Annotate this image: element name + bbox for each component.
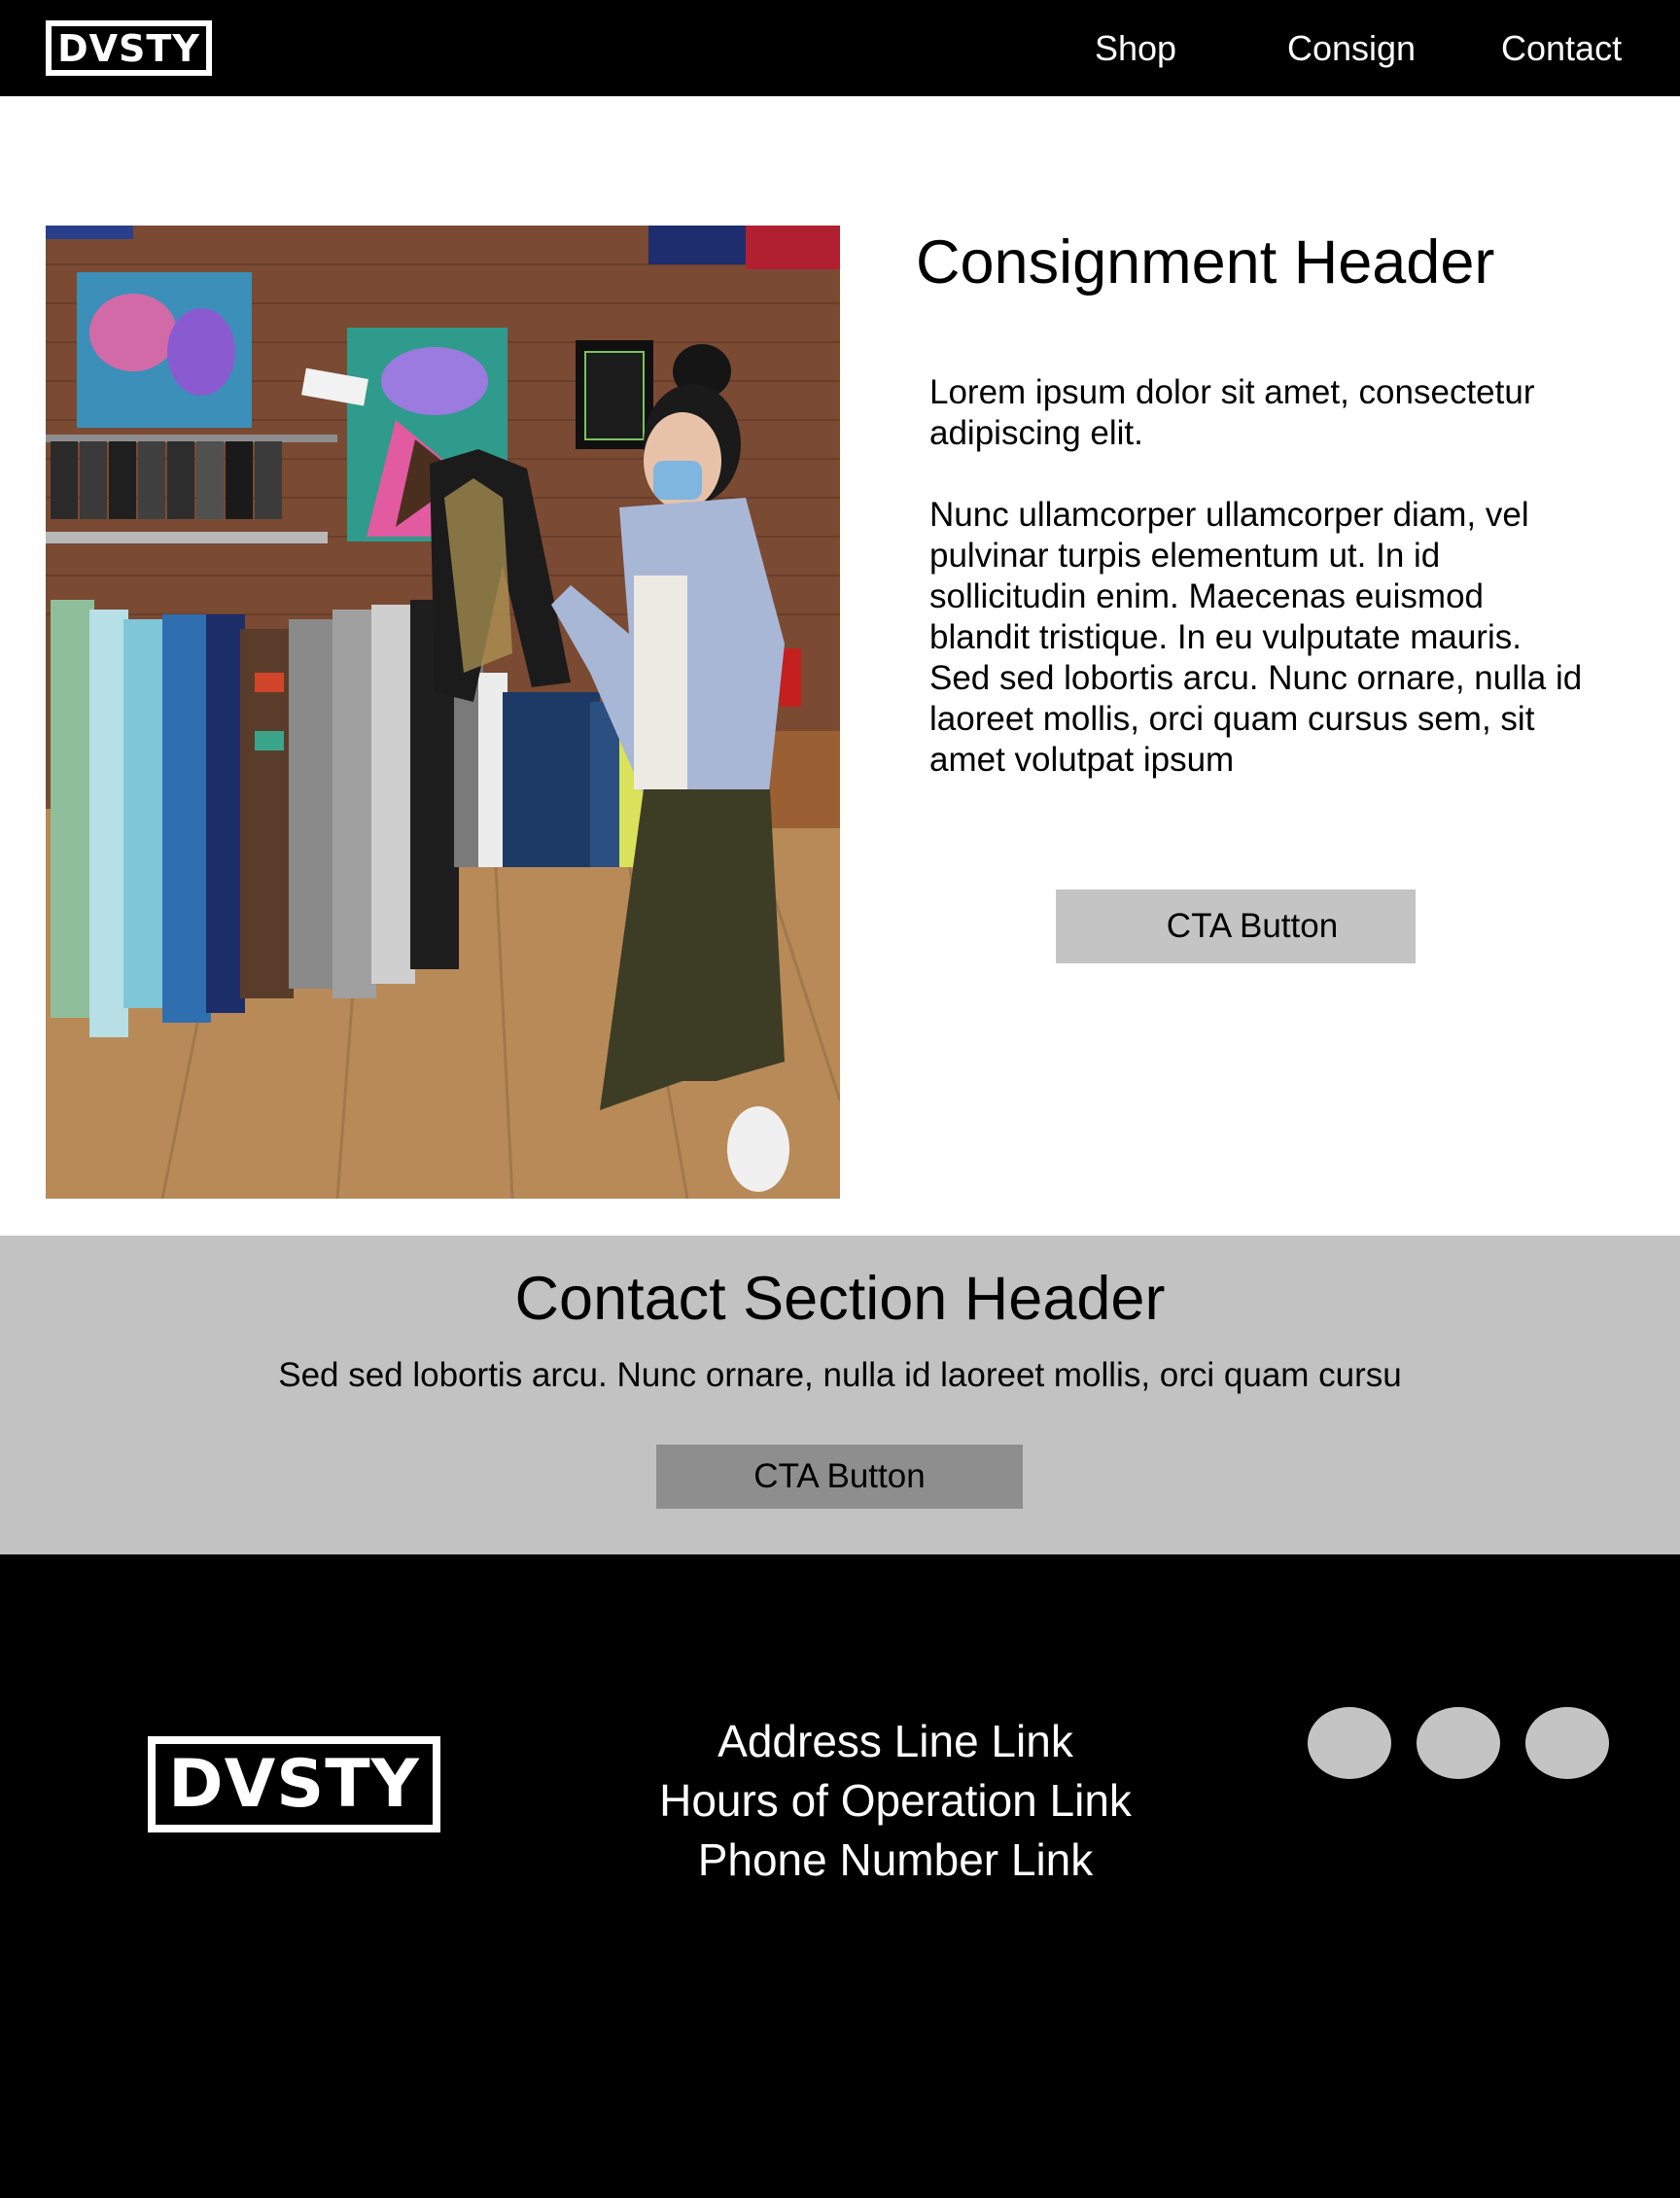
contact-section-header: Contact Section Header (514, 1265, 1166, 1333)
social-icon[interactable] (1417, 1707, 1500, 1779)
nav-link-shop[interactable]: Shop (1095, 0, 1176, 96)
top-nav-bar: DVSTY Shop Consign Contact (0, 0, 1680, 96)
consignment-header: Consignment Header (916, 228, 1495, 297)
consignment-cta-button[interactable]: CTA Button (1056, 890, 1416, 963)
address-link[interactable]: Address Line Link (545, 1712, 1245, 1771)
footer-dvsty-logo[interactable]: DVSTY (148, 1736, 440, 1832)
consignment-body: Lorem ipsum dolor sit amet, consectetur … (929, 372, 1591, 821)
social-icon[interactable] (1525, 1707, 1609, 1779)
nav-link-contact[interactable]: Contact (1501, 0, 1622, 96)
phone-link[interactable]: Phone Number Link (545, 1831, 1245, 1890)
consignment-paragraph: Lorem ipsum dolor sit amet, consectetur … (929, 373, 1535, 452)
social-icon[interactable] (1308, 1707, 1391, 1779)
dvsty-logo[interactable]: DVSTY (46, 20, 212, 76)
footer-links: Address Line Link Hours of Operation Lin… (545, 1712, 1245, 1890)
contact-section-text: Sed sed lobortis arcu. Nunc ornare, null… (278, 1356, 1402, 1394)
nav-link-consign[interactable]: Consign (1287, 0, 1416, 96)
clothing-store-photo (46, 226, 840, 1199)
cta-label: CTA Button (1166, 907, 1339, 945)
contact-cta-button[interactable]: CTA Button (656, 1445, 1023, 1509)
consignment-paragraph: Nunc ullamcorper ullamcorper diam, vel p… (929, 496, 1583, 779)
contact-section: Contact Section Header Sed sed lobortis … (0, 1236, 1680, 1554)
hours-link[interactable]: Hours of Operation Link (545, 1771, 1245, 1831)
footer: DVSTY Address Line Link Hours of Operati… (0, 1554, 1680, 2198)
